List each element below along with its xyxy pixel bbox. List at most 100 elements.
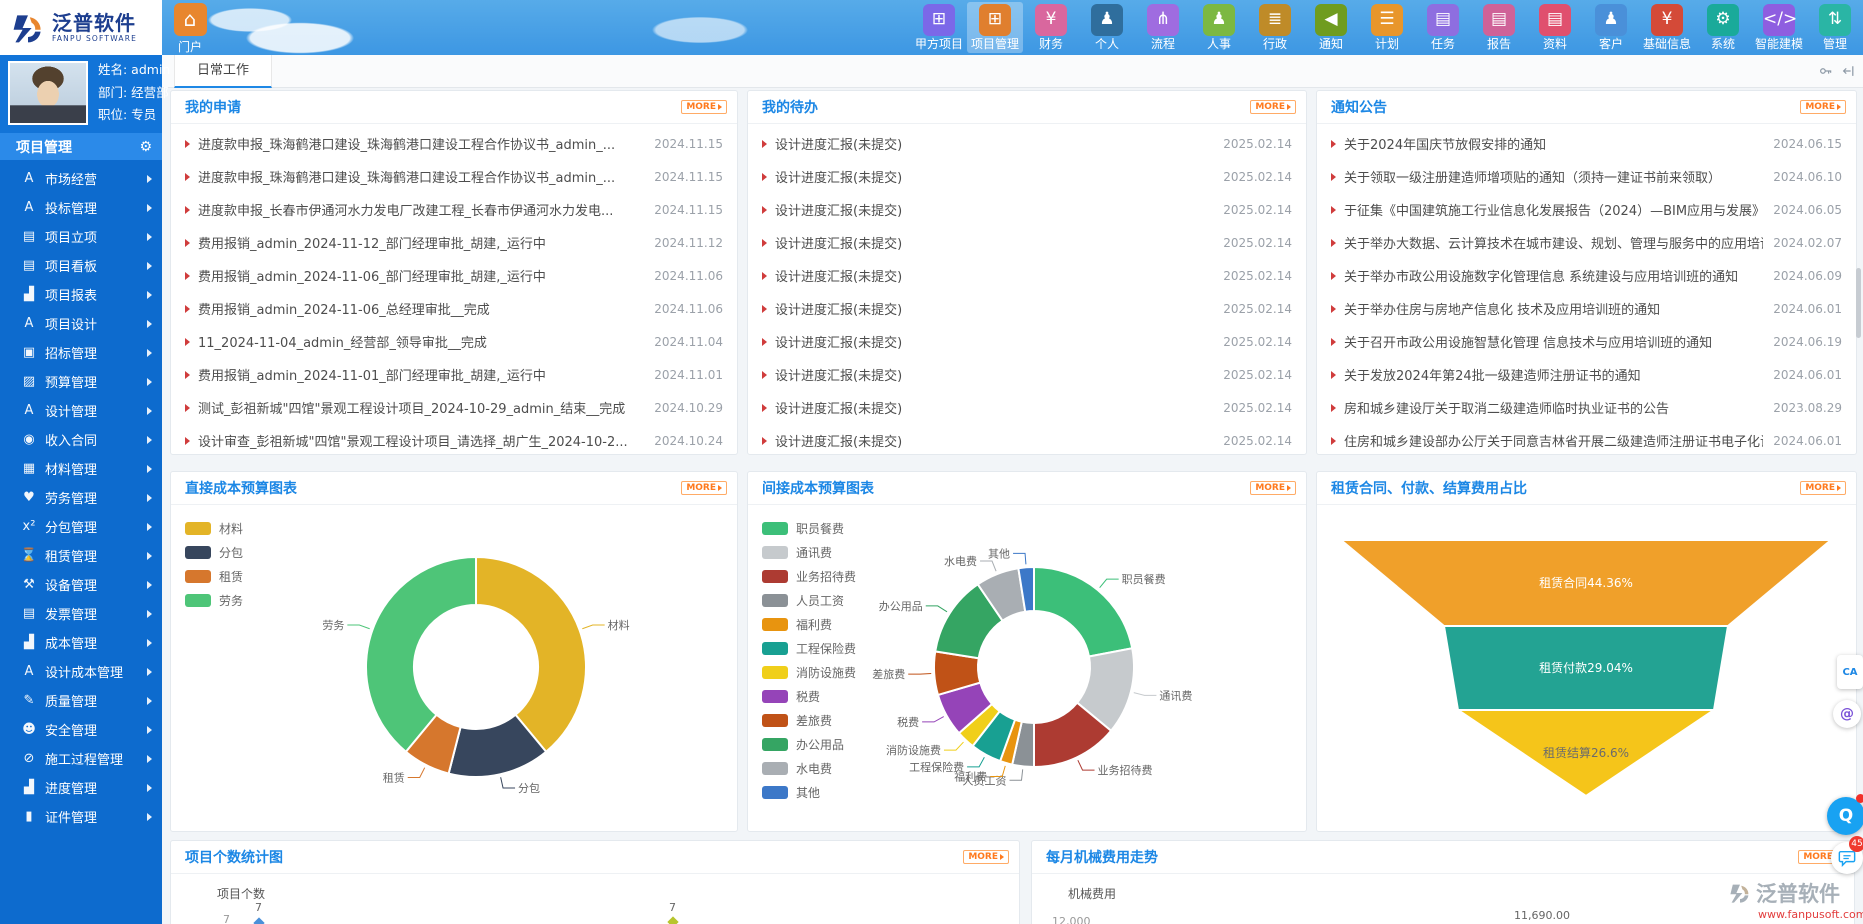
- list-item[interactable]: 进度款申报_珠海鹤港口建设_珠海鹤港口建设工程合作协议书_admin_... 2…: [171, 127, 737, 160]
- legend-item[interactable]: 工程保险费: [762, 636, 856, 660]
- topnav-item[interactable]: ⚙ 系统: [1695, 2, 1751, 53]
- scrollbar-thumb[interactable]: [1856, 268, 1861, 338]
- sidebar-item[interactable]: ▤ 项目立项: [0, 222, 162, 251]
- list-item[interactable]: 设计进度汇报(未提交) 2025.02.14: [748, 358, 1306, 391]
- list-item[interactable]: 房和城乡建设厅关于取消二级建造师临时执业证书的公告 2023.08.29: [1317, 391, 1856, 424]
- list-item[interactable]: 设计进度汇报(未提交) 2025.02.14: [748, 325, 1306, 358]
- sidebar-item[interactable]: A 项目设计: [0, 309, 162, 338]
- legend-item[interactable]: 租赁: [185, 564, 243, 588]
- list-item[interactable]: 设计进度汇报(未提交) 2025.02.14: [748, 226, 1306, 259]
- sidebar-item[interactable]: A 设计管理: [0, 396, 162, 425]
- topnav-item[interactable]: ▤ 任务: [1415, 2, 1471, 53]
- gear-icon[interactable]: ⚙: [139, 139, 152, 155]
- more-button[interactable]: MORE: [1250, 100, 1296, 114]
- sidebar-item[interactable]: ▣ 招标管理: [0, 338, 162, 367]
- sidebar-item[interactable]: ▦ 材料管理: [0, 454, 162, 483]
- legend-item[interactable]: 职员餐费: [762, 516, 856, 540]
- more-button[interactable]: MORE: [1800, 481, 1846, 495]
- list-item[interactable]: 费用报销_admin_2024-11-06_部门经理审批_胡建,_运行中 202…: [171, 259, 737, 292]
- more-button[interactable]: MORE: [1800, 100, 1846, 114]
- legend-item[interactable]: 办公用品: [762, 732, 856, 756]
- list-item[interactable]: 住房和城乡建设部办公厅关于同意吉林省开展二级建造师注册证书电子化试点... 20…: [1317, 424, 1856, 457]
- topnav-item[interactable]: ♟ 客户: [1583, 2, 1639, 53]
- list-item[interactable]: 设计进度汇报(未提交) 2025.02.14: [748, 259, 1306, 292]
- topnav-item[interactable]: ◀ 通知: [1303, 2, 1359, 53]
- list-item[interactable]: 费用报销_admin_2024-11-06_总经理审批__完成 2024.11.…: [171, 292, 737, 325]
- legend-item[interactable]: 通讯费: [762, 540, 856, 564]
- topnav-item[interactable]: ☰ 计划: [1359, 2, 1415, 53]
- list-item[interactable]: 测试_彭祖新城"四馆"景观工程设计项目_2024-10-29_admin_结束_…: [171, 391, 737, 424]
- topnav-item-portal[interactable]: ⌂ 门户: [167, 3, 213, 55]
- tab-daily-work[interactable]: 日常工作: [174, 55, 272, 88]
- legend-item[interactable]: 福利费: [762, 612, 856, 636]
- sidebar-item[interactable]: ◉ 收入合同: [0, 425, 162, 454]
- legend-item[interactable]: 税费: [762, 684, 856, 708]
- list-item[interactable]: 设计进度汇报(未提交) 2025.02.14: [748, 160, 1306, 193]
- topnav-item[interactable]: ¥ 财务: [1023, 2, 1079, 53]
- list-item[interactable]: 设计审查_彭祖新城"四馆"景观工程设计项目_请选择_胡广生_2024-10-2.…: [171, 424, 737, 457]
- list-item[interactable]: 费用报销_admin_2024-11-12_部门经理审批_胡建,_运行中 202…: [171, 226, 737, 259]
- sidebar-item[interactable]: ▤ 项目看板: [0, 251, 162, 280]
- topnav-item[interactable]: ▤ 资料: [1527, 2, 1583, 53]
- list-item[interactable]: 设计进度汇报(未提交) 2025.02.14: [748, 127, 1306, 160]
- sidebar-item[interactable]: ▟ 成本管理: [0, 628, 162, 657]
- legend-item[interactable]: 劳务: [185, 588, 243, 612]
- list-item[interactable]: 设计进度汇报(未提交) 2025.02.14: [748, 193, 1306, 226]
- topnav-item[interactable]: ¥ 基础信息: [1639, 2, 1695, 53]
- legend-item[interactable]: 其他: [762, 780, 856, 804]
- topnav-item[interactable]: ⇅ 管理: [1807, 2, 1863, 53]
- list-item[interactable]: 关于领取一级注册建造师增项贴的通知（须持一建证书前来领取） 2024.06.10: [1317, 160, 1856, 193]
- legend-item[interactable]: 差旅费: [762, 708, 856, 732]
- ca-float-button[interactable]: CA: [1837, 655, 1863, 689]
- sidebar-item[interactable]: x² 分包管理: [0, 512, 162, 541]
- more-button[interactable]: MORE: [681, 100, 727, 114]
- sidebar-item[interactable]: ✎ 质量管理: [0, 686, 162, 715]
- qq-service-button[interactable]: Q: [1827, 797, 1863, 835]
- list-item[interactable]: 关于举办市政公用设施数字化管理信息 系统建设与应用培训班的通知 2024.06.…: [1317, 259, 1856, 292]
- topnav-item[interactable]: ♟ 个人: [1079, 2, 1135, 53]
- sidebar-item[interactable]: ☻ 安全管理: [0, 715, 162, 744]
- sidebar-module-header[interactable]: 项目管理 ⚙: [0, 133, 162, 160]
- sidebar-item[interactable]: ▟ 项目报表: [0, 280, 162, 309]
- list-item[interactable]: 关于发放2024年第24批一级建造师注册证书的通知 2024.06.01: [1317, 358, 1856, 391]
- list-item[interactable]: 费用报销_admin_2024-11-01_部门经理审批_胡建,_运行中 202…: [171, 358, 737, 391]
- more-button[interactable]: MORE: [963, 850, 1009, 864]
- list-item[interactable]: 关于举办住房与房地产信息化 技术及应用培训班的通知 2024.06.01: [1317, 292, 1856, 325]
- sidebar-item[interactable]: ♥ 劳务管理: [0, 483, 162, 512]
- legend-item[interactable]: 消防设施费: [762, 660, 856, 684]
- topnav-item[interactable]: ♟ 人事: [1191, 2, 1247, 53]
- sidebar-item[interactable]: ⚒ 设备管理: [0, 570, 162, 599]
- legend-item[interactable]: 材料: [185, 516, 243, 540]
- list-item[interactable]: 设计进度汇报(未提交) 2025.02.14: [748, 391, 1306, 424]
- topnav-item[interactable]: </> 智能建模: [1751, 2, 1807, 53]
- legend-item[interactable]: 业务招待费: [762, 564, 856, 588]
- sidebar-item[interactable]: ▟ 进度管理: [0, 773, 162, 802]
- legend-item[interactable]: 分包: [185, 540, 243, 564]
- sidebar-item[interactable]: ⌛ 租赁管理: [0, 541, 162, 570]
- sidebar-item[interactable]: ▤ 发票管理: [0, 599, 162, 628]
- topnav-item[interactable]: ≣ 行政: [1247, 2, 1303, 53]
- topnav-item[interactable]: ⋔ 流程: [1135, 2, 1191, 53]
- sidebar-item[interactable]: A 投标管理: [0, 193, 162, 222]
- legend-item[interactable]: 人员工资: [762, 588, 856, 612]
- key-icon[interactable]: [1819, 64, 1833, 78]
- topnav-item[interactable]: ⊞ 甲方项目: [911, 2, 967, 53]
- watermark-url[interactable]: www.fanpusoft.com: [1758, 908, 1858, 922]
- list-item[interactable]: 进度款申报_珠海鹤港口建设_珠海鹤港口建设工程合作协议书_admin_... 2…: [171, 160, 737, 193]
- sidebar-item[interactable]: ▮ 证件管理: [0, 802, 162, 831]
- list-item[interactable]: 进度款申报_长春市伊通河水力发电厂改建工程_长春市伊通河水力发电... 2024…: [171, 193, 737, 226]
- legend-item[interactable]: 水电费: [762, 756, 856, 780]
- list-item[interactable]: 11_2024-11-04_admin_经营部_领导审批__完成 2024.11…: [171, 325, 737, 358]
- list-item[interactable]: 关于举办大数据、云计算技术在城市建设、规划、管理与服务中的应用培训班... 20…: [1317, 226, 1856, 259]
- sidebar-item[interactable]: A 设计成本管理: [0, 657, 162, 686]
- sidebar-item[interactable]: ▨ 预算管理: [0, 367, 162, 396]
- list-item[interactable]: 关于2024年国庆节放假安排的通知 2024.06.15: [1317, 127, 1856, 160]
- assistant-float-button[interactable]: @: [1833, 700, 1861, 728]
- list-item[interactable]: 于征集《中国建筑施工行业信息化发展报告（2024）—BIM应用与发展》材料...…: [1317, 193, 1856, 226]
- collapse-panel-icon[interactable]: [1841, 64, 1855, 78]
- more-button[interactable]: MORE: [1250, 481, 1296, 495]
- more-button[interactable]: MORE: [681, 481, 727, 495]
- sidebar-item[interactable]: A 市场经营: [0, 164, 162, 193]
- list-item[interactable]: 关于召开市政公用设施智慧化管理 信息技术与应用培训班的通知 2024.06.19: [1317, 325, 1856, 358]
- list-item[interactable]: 设计进度汇报(未提交) 2025.02.14: [748, 292, 1306, 325]
